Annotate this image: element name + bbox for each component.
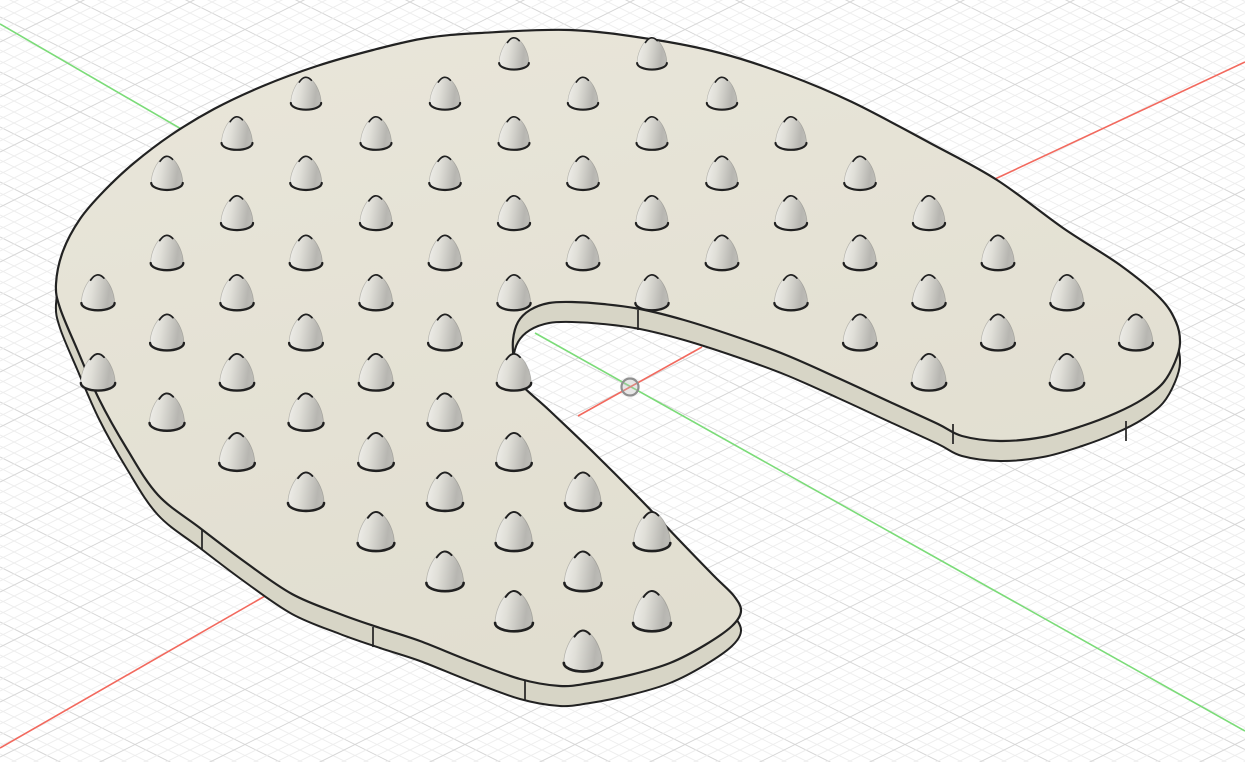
cad-viewport-3d[interactable] xyxy=(0,0,1245,762)
origin-marker[interactable] xyxy=(622,379,639,396)
scene-canvas[interactable] xyxy=(0,0,1245,762)
